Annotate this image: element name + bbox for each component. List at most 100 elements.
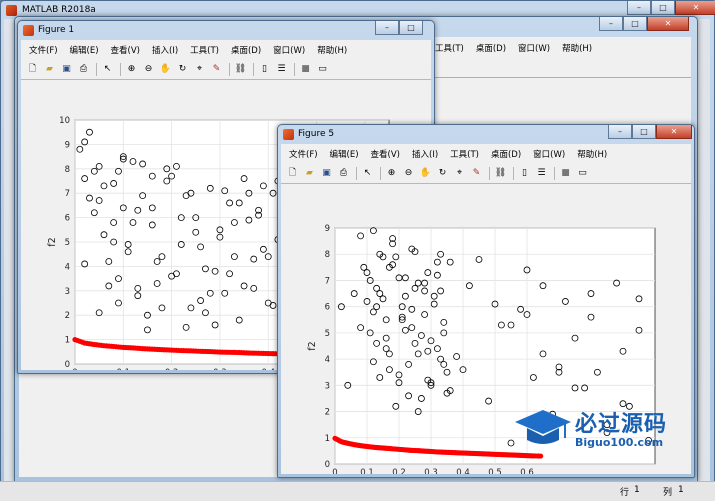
y-tick-label: 0: [325, 460, 330, 470]
zoom-in-icon[interactable]: ⊕: [124, 62, 139, 76]
matlab-title: MATLAB R2018a: [22, 5, 96, 15]
hide-tools-icon[interactable]: ■: [298, 62, 313, 76]
data-cursor-icon[interactable]: ⌖: [452, 166, 467, 180]
zoom-out-icon[interactable]: ⊖: [141, 62, 156, 76]
y-tick-label: 1: [65, 336, 70, 346]
y-axis-label: f2: [307, 341, 318, 350]
y-tick-label: 8: [65, 165, 70, 175]
y-tick-label: 10: [59, 116, 70, 126]
pointer-icon[interactable]: ↖: [100, 62, 115, 76]
figure1-menu-window[interactable]: 窗口(W): [267, 44, 311, 56]
zoom-in-icon[interactable]: ⊕: [384, 166, 399, 180]
hidden-menu-help[interactable]: 帮助(H): [556, 42, 598, 54]
hidden-close-button[interactable]: ✕: [647, 17, 689, 31]
rotate-icon[interactable]: ↻: [435, 166, 450, 180]
save-icon[interactable]: ▣: [319, 166, 334, 180]
y-axis-label: f2: [47, 237, 58, 246]
show-tools-icon[interactable]: ▭: [575, 166, 590, 180]
x-tick-label: 0.5: [488, 468, 502, 474]
show-tools-icon[interactable]: ▭: [315, 62, 330, 76]
figure1-maximize-button[interactable]: □: [399, 21, 423, 35]
matlab-maximize-button[interactable]: □: [651, 1, 675, 15]
hide-tools-icon[interactable]: ■: [558, 166, 573, 180]
print-icon[interactable]: ⎙: [76, 62, 91, 76]
pan-icon[interactable]: ✋: [158, 62, 173, 76]
brush-icon[interactable]: ✎: [469, 166, 484, 180]
figure-icon: [23, 25, 34, 36]
colorbar-icon[interactable]: ▯: [517, 166, 532, 180]
matlab-close-button[interactable]: ✕: [675, 1, 715, 15]
print-icon[interactable]: ⎙: [336, 166, 351, 180]
status-col-value: 1: [678, 485, 684, 495]
figure5-title: Figure 5: [298, 129, 335, 139]
figure1-menu-desktop[interactable]: 桌面(D): [225, 44, 267, 56]
x-tick-label: 0.1: [117, 368, 131, 370]
link-icon[interactable]: ⛓: [233, 62, 248, 76]
new-icon[interactable]: 🗋: [285, 166, 300, 180]
open-icon[interactable]: ▰: [42, 62, 57, 76]
figure5-menu-edit[interactable]: 编辑(E): [324, 148, 365, 160]
legend-icon[interactable]: ☰: [534, 166, 549, 180]
x-tick-label: 0: [332, 468, 337, 474]
open-icon[interactable]: ▰: [302, 166, 317, 180]
hidden-menu-window[interactable]: 窗口(W): [512, 42, 556, 54]
figure1-minimize-button[interactable]: –: [375, 21, 399, 35]
hidden-minimize-button[interactable]: –: [599, 17, 623, 31]
figure5-maximize-button[interactable]: □: [632, 125, 656, 139]
figure5-menu-file[interactable]: 文件(F): [283, 148, 324, 160]
figure1-menu-file[interactable]: 文件(F): [23, 44, 64, 56]
watermark-title: 必过源码: [575, 412, 668, 437]
figure5-close-button[interactable]: ✕: [656, 125, 692, 139]
figure5-menu-view[interactable]: 查看(V): [365, 148, 406, 160]
y-tick-label: 0: [65, 360, 70, 370]
pointer-icon[interactable]: ↖: [360, 166, 375, 180]
matlab-logo-icon: [6, 5, 17, 16]
graduation-cap-icon: [513, 408, 573, 448]
pan-icon[interactable]: ✋: [418, 166, 433, 180]
hidden-menu-desktop[interactable]: 桌面(D): [470, 42, 512, 54]
y-tick-label: 6: [325, 303, 330, 313]
y-tick-label: 7: [325, 276, 330, 286]
figure1-menu-view[interactable]: 查看(V): [105, 44, 146, 56]
figure1-title: Figure 1: [38, 25, 75, 35]
status-row-value: 1: [634, 485, 640, 495]
figure1-menu-help[interactable]: 帮助(H): [311, 44, 353, 56]
hidden-maximize-button[interactable]: □: [623, 17, 647, 31]
link-icon[interactable]: ⛓: [493, 166, 508, 180]
y-tick-label: 1: [325, 434, 330, 444]
matlab-minimize-button[interactable]: –: [627, 1, 651, 15]
figure1-menu-edit[interactable]: 编辑(E): [64, 44, 105, 56]
legend-icon[interactable]: ☰: [274, 62, 289, 76]
figure1-menubar: 文件(F) 编辑(E) 查看(V) 插入(I) 工具(T) 桌面(D) 窗口(W…: [23, 42, 353, 58]
y-tick-label: 3: [325, 381, 330, 391]
watermark-logo: 必过源码 Biguo100.com: [509, 396, 691, 462]
y-tick-label: 8: [325, 250, 330, 260]
x-tick-label: 0.2: [165, 368, 179, 370]
figure5-menu-window[interactable]: 窗口(W): [527, 148, 571, 160]
data-cursor-icon[interactable]: ⌖: [192, 62, 207, 76]
figure5-toolbar: 🗋 ▰ ▣ ⎙ ↖ ⊕ ⊖ ✋ ↻ ⌖ ✎ ⛓ ▯ ☰ ■ ▭: [285, 164, 592, 182]
hidden-menu-tools[interactable]: 工具(T): [429, 42, 470, 54]
y-tick-label: 4: [65, 262, 70, 272]
x-tick-label: 0: [72, 368, 77, 370]
y-tick-label: 9: [65, 140, 70, 150]
x-tick-label: 0.4: [456, 468, 470, 474]
rotate-icon[interactable]: ↻: [175, 62, 190, 76]
figure1-menu-tools[interactable]: 工具(T): [184, 44, 225, 56]
brush-icon[interactable]: ✎: [209, 62, 224, 76]
figure1-menu-insert[interactable]: 插入(I): [146, 44, 184, 56]
figure5-menu-insert[interactable]: 插入(I): [406, 148, 444, 160]
colorbar-icon[interactable]: ▯: [257, 62, 272, 76]
figure5-menu-tools[interactable]: 工具(T): [444, 148, 485, 160]
hidden-menubar: 工具(T) 桌面(D) 窗口(W) 帮助(H): [429, 40, 598, 56]
zoom-out-icon[interactable]: ⊖: [401, 166, 416, 180]
y-tick-label: 9: [325, 224, 330, 234]
x-tick-label: 0.2: [392, 468, 406, 474]
figure1-toolbar: 🗋 ▰ ▣ ⎙ ↖ ⊕ ⊖ ✋ ↻ ⌖ ✎ ⛓ ▯ ☰ ■ ▭: [25, 60, 332, 78]
figure5-menu-desktop[interactable]: 桌面(D): [485, 148, 527, 160]
figure5-menu-help[interactable]: 帮助(H): [571, 148, 613, 160]
new-icon[interactable]: 🗋: [25, 62, 40, 76]
save-icon[interactable]: ▣: [59, 62, 74, 76]
x-tick-label: 0.3: [213, 368, 227, 370]
figure5-minimize-button[interactable]: –: [608, 125, 632, 139]
